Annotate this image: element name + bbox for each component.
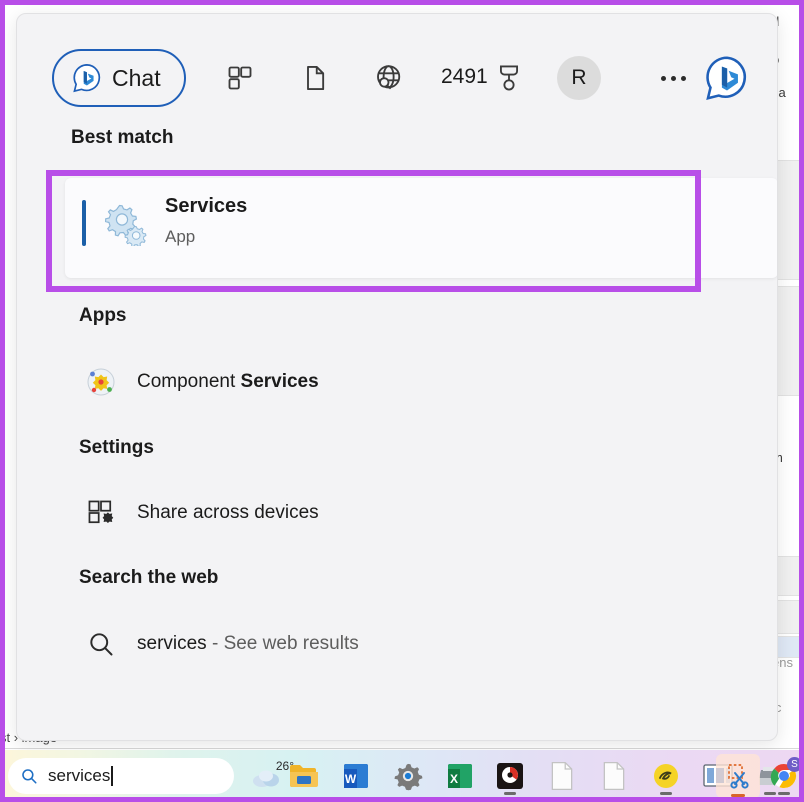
best-match-result[interactable]: Services App	[65, 178, 777, 278]
component-services-icon	[81, 362, 121, 402]
section-heading-best-match: Best match	[71, 127, 174, 148]
running-indicator	[660, 792, 672, 795]
list-item-label: Share across devices	[137, 502, 319, 523]
bg-panel	[774, 556, 804, 596]
list-item-label: services - See web results	[137, 633, 359, 655]
svg-text:X: X	[450, 772, 458, 786]
bg-panel	[774, 600, 804, 634]
web-query-text: services	[137, 633, 207, 654]
list-item-share-across-devices[interactable]: Share across devices	[65, 489, 765, 537]
bg-panel	[774, 286, 804, 396]
apps-grid-icon[interactable]	[220, 58, 260, 98]
screen: d o ca m ens ic st › image	[0, 0, 804, 802]
list-item-label: Component Services	[137, 371, 319, 393]
section-heading-apps: Apps	[79, 305, 127, 326]
taskbar-app-excel[interactable]: X	[440, 756, 480, 796]
rewards-medal-icon[interactable]	[489, 58, 529, 98]
chat-tab-label: Chat	[112, 64, 161, 91]
svg-text:W: W	[345, 772, 357, 786]
web-suffix-text: - See web results	[206, 633, 359, 654]
text-caret	[111, 766, 113, 786]
taskbar: services 26° W X S	[0, 750, 804, 802]
globe-search-icon[interactable]	[368, 58, 408, 98]
taskbar-app-opera[interactable]	[646, 756, 686, 796]
bg-panel	[774, 160, 804, 280]
section-heading-search-the-web: Search the web	[79, 567, 219, 588]
label-highlight: Services	[240, 371, 319, 392]
chat-tab-button[interactable]: Chat	[52, 49, 186, 107]
taskbar-app-nero[interactable]	[490, 756, 530, 796]
taskbar-app-chrome[interactable]: S	[764, 756, 804, 796]
bing-logo-icon	[72, 63, 102, 93]
running-indicator	[731, 794, 745, 797]
taskbar-app-snipping-tool[interactable]	[716, 754, 760, 798]
avatar[interactable]: R	[557, 56, 601, 100]
divider	[0, 748, 804, 749]
list-item-web-search[interactable]: services - See web results	[65, 620, 765, 668]
taskbar-app-document-1[interactable]	[542, 756, 582, 796]
search-magnifier-icon	[20, 767, 38, 785]
taskbar-app-settings[interactable]	[388, 756, 428, 796]
running-indicator	[778, 792, 790, 795]
flyout-toolbar: Chat 2491 R	[17, 14, 777, 114]
label-prefix: Component	[137, 371, 241, 392]
rewards-points: 2491	[441, 65, 488, 88]
selection-accent-bar	[82, 200, 86, 246]
taskbar-app-word[interactable]: W	[336, 756, 376, 796]
search-flyout: Chat 2491 R Best match Services App Apps…	[16, 13, 778, 741]
bg-panel	[774, 636, 804, 658]
document-icon[interactable]	[295, 58, 335, 98]
list-item-component-services[interactable]: Component Services	[65, 358, 765, 406]
chrome-badge: S	[787, 757, 802, 772]
search-input[interactable]: services	[8, 758, 234, 794]
services-gears-icon	[101, 200, 147, 248]
section-heading-settings: Settings	[79, 437, 154, 458]
taskbar-app-document-2[interactable]	[594, 756, 634, 796]
taskbar-app-file-explorer[interactable]	[284, 756, 324, 796]
best-match-title: Services	[165, 195, 248, 217]
best-match-subtitle: App	[165, 227, 196, 246]
bing-chat-icon[interactable]	[703, 54, 751, 102]
search-input-value: services	[48, 766, 111, 785]
more-options-icon[interactable]	[653, 58, 693, 98]
search-magnifier-icon	[81, 624, 121, 664]
running-indicator	[504, 792, 516, 795]
share-devices-icon	[81, 493, 121, 533]
